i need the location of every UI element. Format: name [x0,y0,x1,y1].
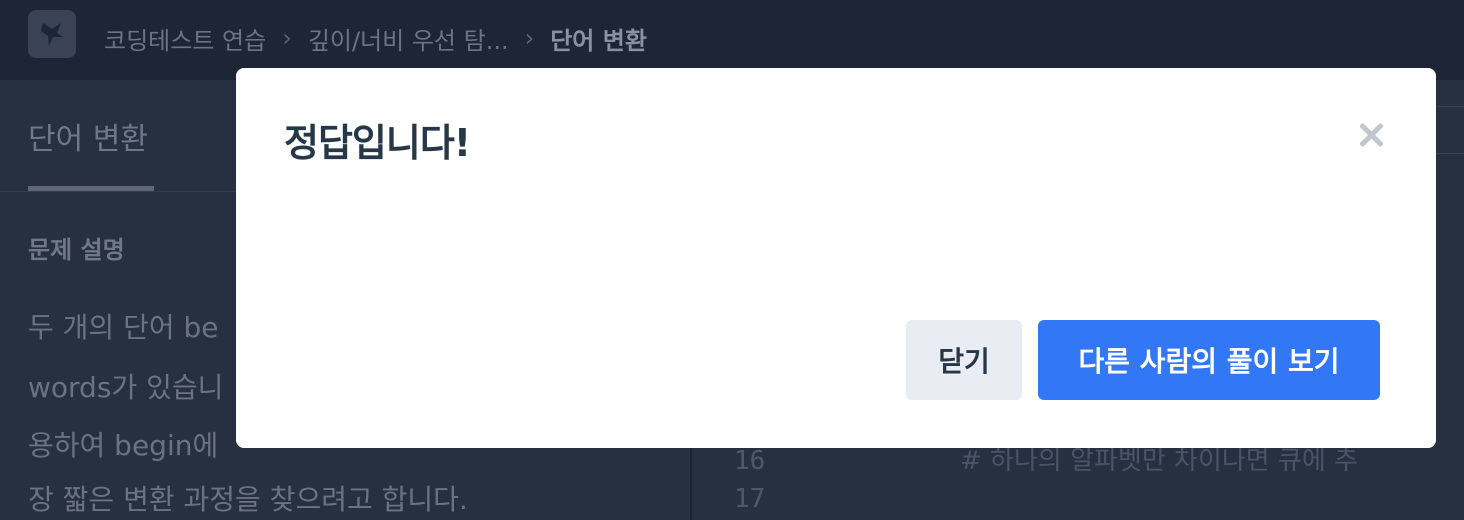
breadcrumb-current: 단어 변환 [550,26,647,55]
close-button[interactable]: 닫기 [906,320,1022,400]
chevron-right-icon: › [524,24,535,52]
breadcrumb-item[interactable]: 깊이/너비 우선 탐... [308,21,509,56]
logo[interactable] [28,10,76,58]
description-line: 용하여 begin에 [28,429,219,462]
view-other-solutions-button[interactable]: 다른 사람의 풀이 보기 [1038,320,1380,400]
modal-title: 정답입니다! [284,121,471,165]
breadcrumb: 코딩테스트 연습 › 깊이/너비 우선 탐... › 단어 변환 [104,21,647,56]
line-number: 17 [734,484,766,514]
chevron-right-icon: › [282,24,292,52]
breadcrumb-item[interactable]: 코딩테스트 연습 [104,21,266,56]
tab-problem[interactable]: 단어 변환 [28,114,148,158]
description-line: 두 개의 단어 be [28,311,219,344]
description-line: words가 있습니 [28,371,224,404]
line-number: 16 [734,446,766,476]
close-icon[interactable] [1354,118,1388,152]
description-line: 장 짧은 변환 과정을 찾으려고 합니다. [28,483,468,516]
section-title: 문제 설명 [28,236,125,264]
result-modal: 정답입니다! 닫기 다른 사람의 풀이 보기 [236,68,1436,448]
editor-toolbar-button[interactable] [1432,106,1464,154]
logo-icon [41,23,63,46]
